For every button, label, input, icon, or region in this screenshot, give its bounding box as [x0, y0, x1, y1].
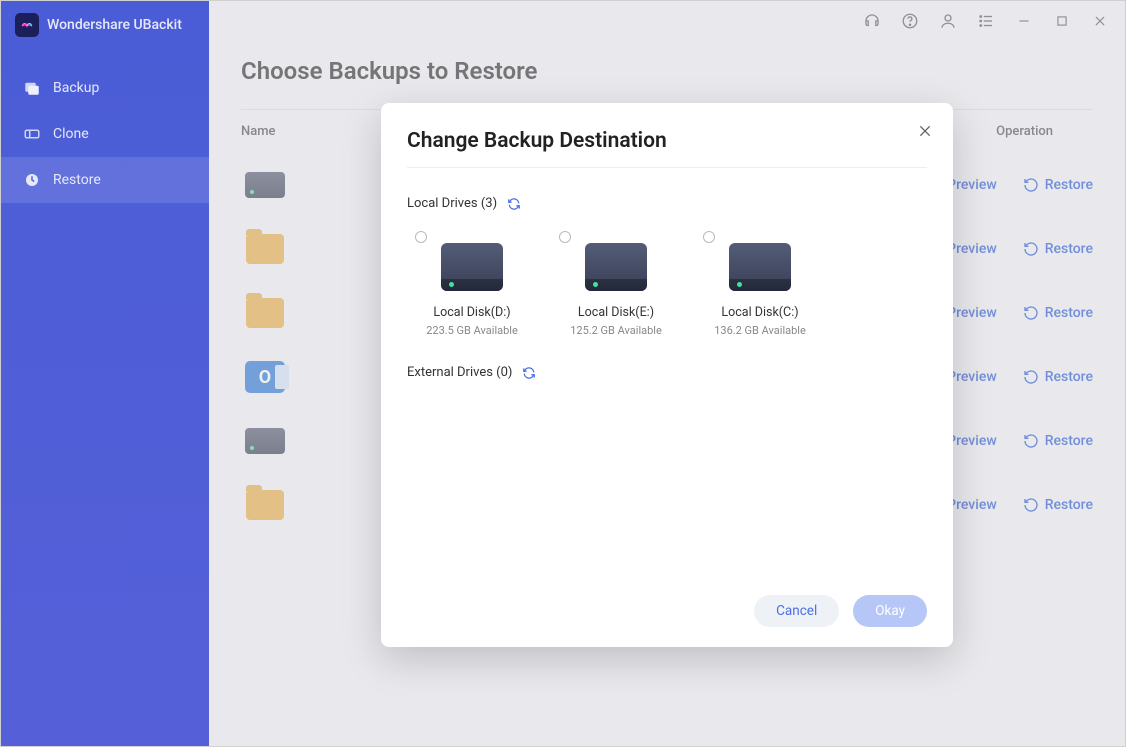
app-window: Wondershare UBackit Backup Clone Restore… [0, 0, 1126, 747]
sidebar: Wondershare UBackit Backup Clone Restore [1, 1, 209, 746]
disk-icon [441, 243, 503, 291]
refresh-icon[interactable] [522, 366, 536, 380]
app-logo-icon [15, 13, 39, 37]
restore-icon [23, 171, 41, 189]
drive-available: 125.2 GB Available [570, 324, 662, 337]
logo-row: Wondershare UBackit [1, 1, 209, 65]
app-title: Wondershare UBackit [47, 17, 182, 33]
drive-available: 136.2 GB Available [714, 324, 806, 337]
sidebar-item-backup[interactable]: Backup [1, 65, 209, 111]
drive-card[interactable]: Local Disk(E:) 125.2 GB Available [551, 229, 681, 337]
clone-icon [23, 125, 41, 143]
external-drives-header: External Drives (0) [407, 365, 927, 380]
sidebar-item-restore[interactable]: Restore [1, 157, 209, 203]
sidebar-item-label: Backup [53, 80, 99, 96]
sidebar-item-label: Restore [53, 172, 101, 188]
drive-radio[interactable] [559, 231, 571, 243]
drive-radio[interactable] [703, 231, 715, 243]
local-drives-label: Local Drives (3) [407, 196, 497, 211]
external-drives-label: External Drives (0) [407, 365, 512, 380]
local-drives-header: Local Drives (3) [407, 196, 927, 211]
refresh-icon[interactable] [507, 197, 521, 211]
drive-card[interactable]: Local Disk(D:) 223.5 GB Available [407, 229, 537, 337]
local-drives-grid: Local Disk(D:)223.5 GB AvailableLocal Di… [407, 229, 927, 337]
drive-name: Local Disk(D:) [433, 305, 510, 320]
cancel-button[interactable]: Cancel [754, 595, 839, 627]
sidebar-item-label: Clone [53, 126, 89, 142]
backup-icon [23, 79, 41, 97]
drive-name: Local Disk(E:) [578, 305, 654, 320]
modal-change-destination: Change Backup Destination Local Drives (… [381, 103, 953, 647]
modal-footer: Cancel Okay [407, 595, 927, 627]
disk-icon [585, 243, 647, 291]
sidebar-item-clone[interactable]: Clone [1, 111, 209, 157]
modal-overlay: Change Backup Destination Local Drives (… [209, 1, 1125, 746]
drive-card[interactable]: Local Disk(C:) 136.2 GB Available [695, 229, 825, 337]
okay-button[interactable]: Okay [853, 595, 927, 627]
modal-title: Change Backup Destination [407, 129, 927, 168]
disk-icon [729, 243, 791, 291]
drive-name: Local Disk(C:) [721, 305, 798, 320]
drive-radio[interactable] [415, 231, 427, 243]
main-area: Choose Backups to Restore Name Operation… [209, 1, 1125, 746]
modal-close-icon[interactable] [911, 117, 939, 145]
drive-available: 223.5 GB Available [426, 324, 518, 337]
